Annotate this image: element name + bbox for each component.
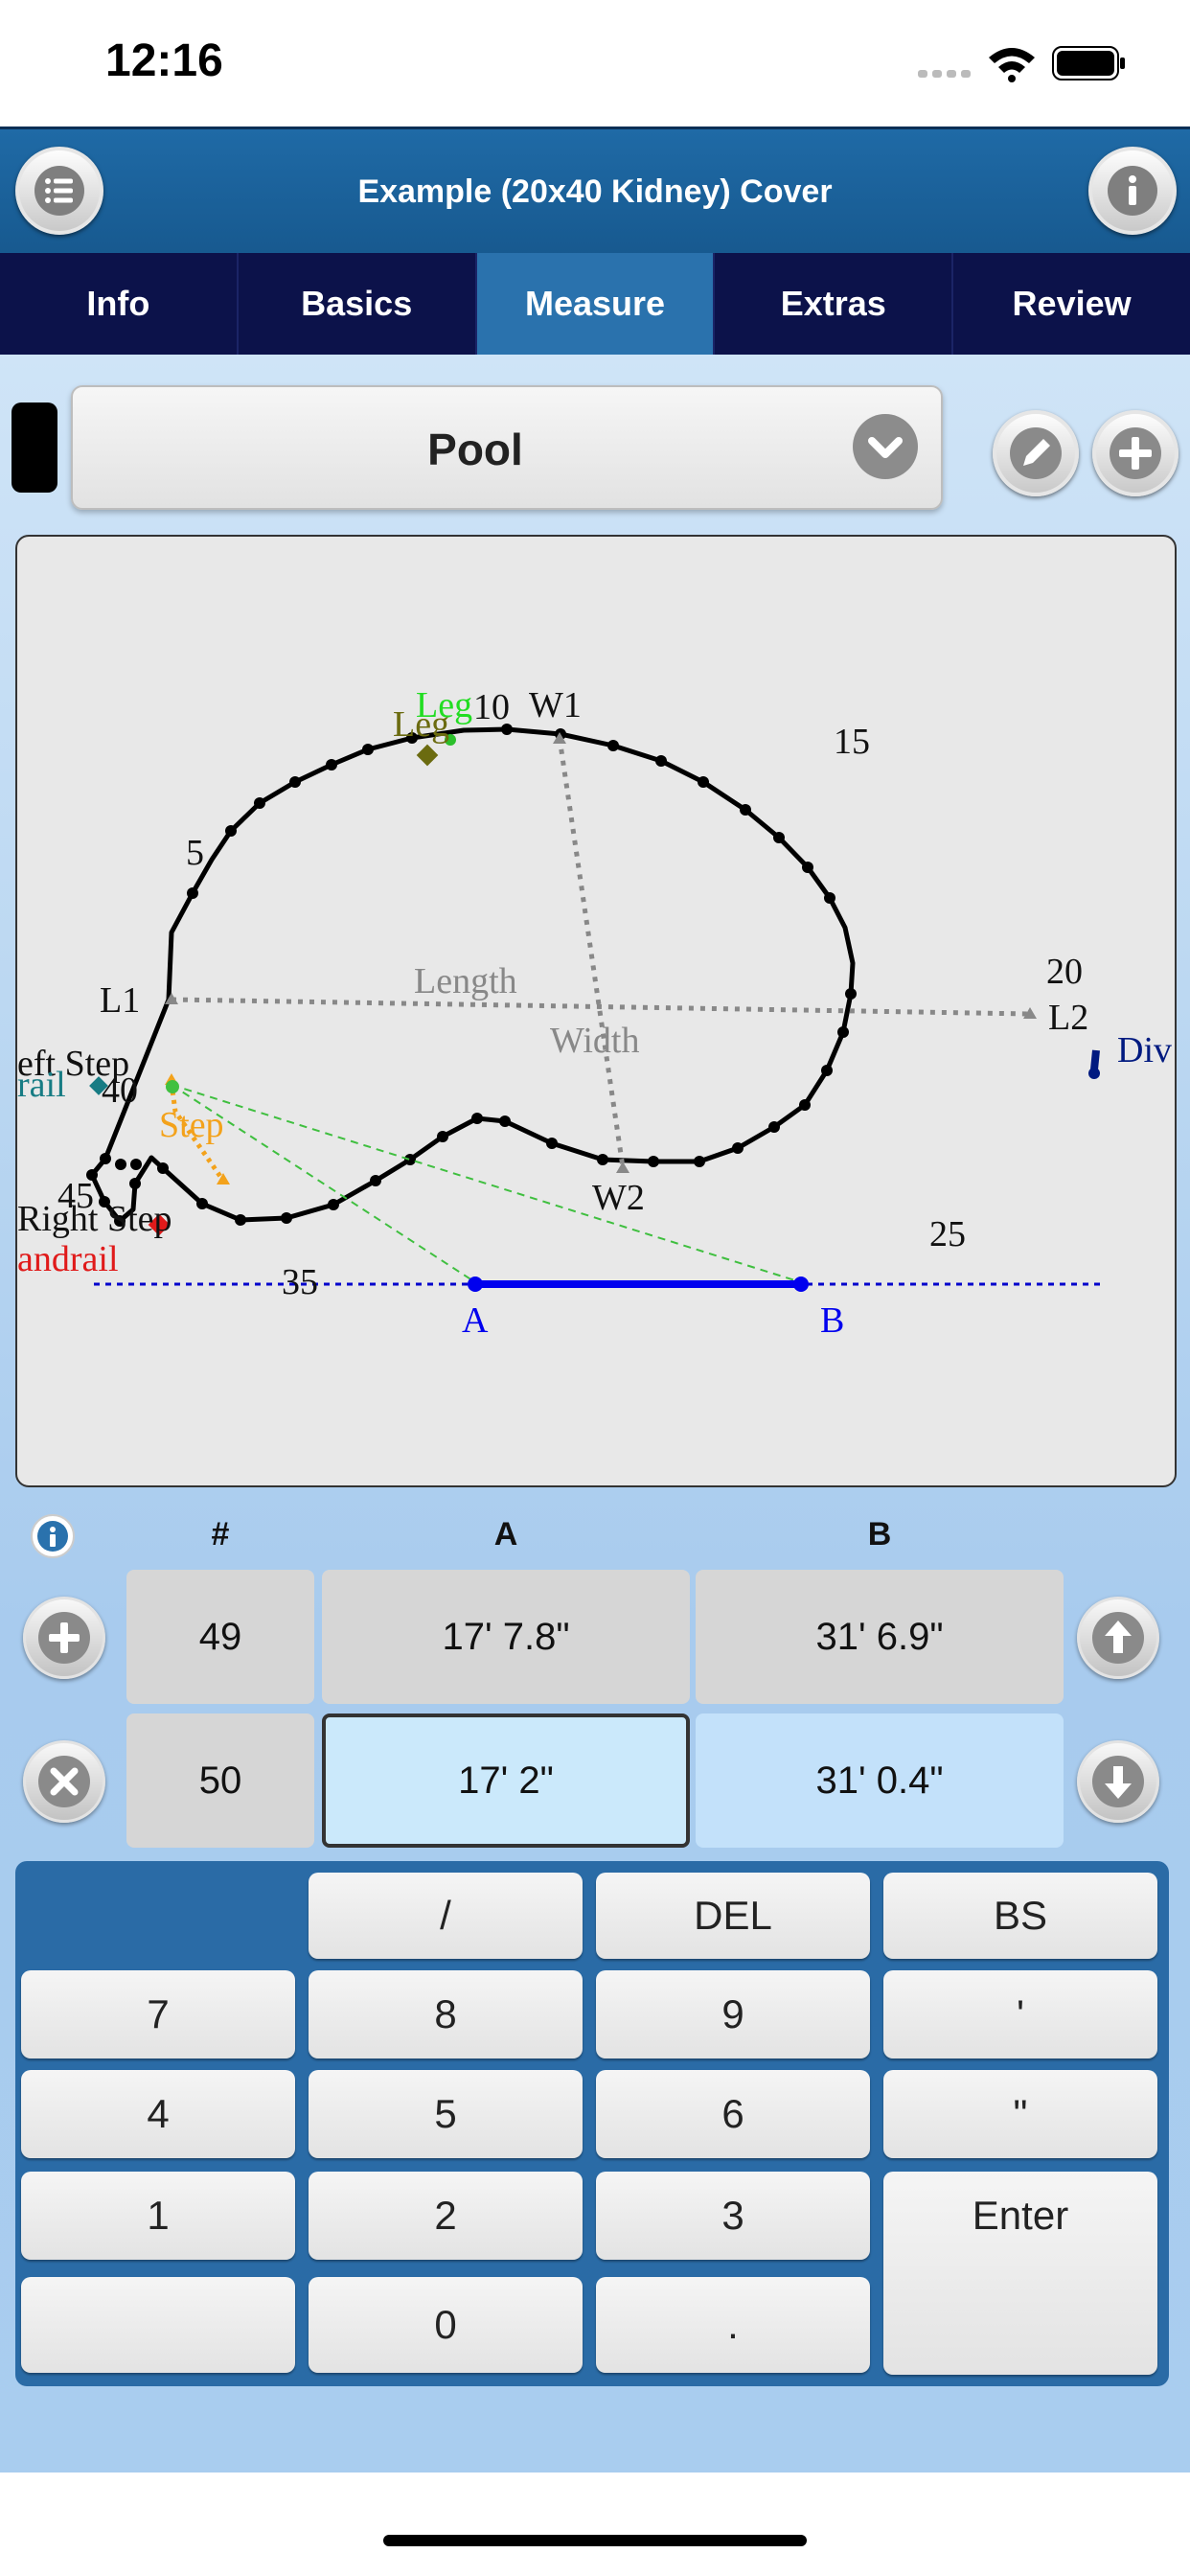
move-up-button[interactable] bbox=[1077, 1597, 1159, 1679]
key-8[interactable]: 8 bbox=[309, 1970, 583, 2058]
bottom-bar bbox=[0, 2472, 1190, 2576]
label-l2: L2 bbox=[1048, 998, 1088, 1038]
app-header: Example (20x40 Kidney) Cover bbox=[0, 126, 1190, 256]
width-line bbox=[557, 737, 626, 1168]
label-w2: W2 bbox=[592, 1178, 645, 1218]
key-4[interactable]: 4 bbox=[21, 2070, 295, 2158]
key-inch[interactable]: " bbox=[883, 2070, 1157, 2158]
diving-board-point bbox=[1088, 1068, 1100, 1079]
label-35: 35 bbox=[282, 1262, 318, 1302]
arrow-down-icon bbox=[1092, 1756, 1144, 1807]
add-row-button[interactable] bbox=[23, 1597, 105, 1679]
key-foot[interactable]: ' bbox=[883, 1970, 1157, 2058]
key-1[interactable]: 1 bbox=[21, 2172, 295, 2260]
key-bs[interactable]: BS bbox=[883, 1873, 1157, 1959]
arrow-up-icon bbox=[1092, 1612, 1144, 1664]
label-l1: L1 bbox=[100, 980, 140, 1021]
row-49-b[interactable]: 31' 6.9" bbox=[696, 1570, 1064, 1704]
plus-icon bbox=[1110, 427, 1161, 479]
row-50-b[interactable]: 31' 0.4" bbox=[696, 1714, 1064, 1848]
key-slash[interactable]: / bbox=[309, 1873, 583, 1959]
label-width: Width bbox=[550, 1021, 639, 1061]
table-info-icon[interactable] bbox=[29, 1512, 77, 1565]
label-w1: W1 bbox=[529, 685, 582, 725]
tab-review[interactable]: Review bbox=[953, 253, 1190, 355]
label-10: 10 bbox=[473, 687, 510, 727]
numeric-keypad: / DEL BS 7 8 9 ' 4 5 6 " 1 2 3 Enter 0 . bbox=[15, 1861, 1169, 2386]
tab-bar: Info Basics Measure Extras Review bbox=[0, 253, 1190, 355]
leg-marker-olive bbox=[416, 744, 439, 767]
row-50-a[interactable]: 17' 2" bbox=[322, 1714, 690, 1848]
pencil-icon bbox=[1010, 427, 1062, 479]
label-right-step: Right Step bbox=[17, 1199, 172, 1239]
add-button[interactable] bbox=[1092, 410, 1179, 496]
key-5[interactable]: 5 bbox=[309, 2070, 583, 2158]
label-5: 5 bbox=[186, 833, 204, 873]
status-bar: 12:16 bbox=[0, 0, 1190, 126]
label-leg-green: Leg bbox=[416, 685, 472, 725]
label-div: Div bbox=[1117, 1030, 1172, 1070]
home-indicator[interactable] bbox=[383, 2535, 807, 2546]
wifi-icon bbox=[987, 44, 1037, 87]
info-icon bbox=[1108, 166, 1157, 216]
pool-drawing[interactable]: W1 W2 L1 L2 5 10 15 20 25 35 45 40 eft S… bbox=[15, 535, 1177, 1487]
key-dot[interactable]: . bbox=[596, 2277, 870, 2373]
column-header-a: A bbox=[493, 1516, 518, 1552]
label-step: Step bbox=[159, 1105, 224, 1145]
plus-icon bbox=[38, 1612, 90, 1664]
key-del[interactable]: DEL bbox=[596, 1873, 870, 1959]
close-icon bbox=[38, 1756, 90, 1807]
tab-measure[interactable]: Measure bbox=[476, 253, 716, 355]
battery-icon bbox=[1052, 46, 1127, 85]
key-2[interactable]: 2 bbox=[309, 2172, 583, 2260]
label-rail: rail bbox=[17, 1065, 66, 1105]
edit-button[interactable] bbox=[993, 410, 1079, 496]
key-7[interactable]: 7 bbox=[21, 1970, 295, 2058]
info-button[interactable] bbox=[1088, 147, 1177, 235]
label-25: 25 bbox=[929, 1214, 966, 1254]
step-point bbox=[166, 1080, 179, 1093]
point-a[interactable] bbox=[468, 1276, 483, 1292]
key-enter[interactable]: Enter bbox=[883, 2172, 1157, 2375]
key-0[interactable]: 0 bbox=[309, 2277, 583, 2373]
color-swatch[interactable] bbox=[11, 402, 57, 493]
label-handrail: andrail bbox=[17, 1239, 119, 1279]
label-20: 20 bbox=[1046, 952, 1083, 992]
key-3[interactable]: 3 bbox=[596, 2172, 870, 2260]
chevron-down-icon bbox=[853, 414, 918, 479]
shape-selector-value: Pool bbox=[427, 425, 523, 474]
diving-board bbox=[1090, 1049, 1100, 1070]
key-9[interactable]: 9 bbox=[596, 1970, 870, 2058]
b-leader-line bbox=[171, 1084, 802, 1283]
row-50-num[interactable]: 50 bbox=[126, 1714, 314, 1848]
shape-selector[interactable]: Pool bbox=[71, 385, 943, 510]
signal-icon bbox=[918, 67, 972, 79]
key-6[interactable]: 6 bbox=[596, 2070, 870, 2158]
label-b: B bbox=[820, 1300, 844, 1341]
label-length: Length bbox=[414, 961, 517, 1001]
page-title: Example (20x40 Kidney) Cover bbox=[357, 173, 833, 210]
column-header-b: B bbox=[867, 1516, 892, 1552]
tab-info[interactable]: Info bbox=[0, 253, 239, 355]
tab-extras[interactable]: Extras bbox=[715, 253, 954, 355]
tab-basics[interactable]: Basics bbox=[239, 253, 477, 355]
w2-marker bbox=[616, 1162, 629, 1173]
delete-row-button[interactable] bbox=[23, 1740, 105, 1823]
row-49-num[interactable]: 49 bbox=[126, 1570, 314, 1704]
status-time: 12:16 bbox=[105, 35, 223, 86]
key-blank[interactable] bbox=[21, 2277, 295, 2373]
label-15: 15 bbox=[834, 722, 870, 762]
row-49-a[interactable]: 17' 7.8" bbox=[322, 1570, 690, 1704]
move-down-button[interactable] bbox=[1077, 1740, 1159, 1823]
point-b[interactable] bbox=[793, 1276, 809, 1292]
column-header-num: # bbox=[211, 1516, 230, 1552]
label-a: A bbox=[462, 1300, 489, 1341]
